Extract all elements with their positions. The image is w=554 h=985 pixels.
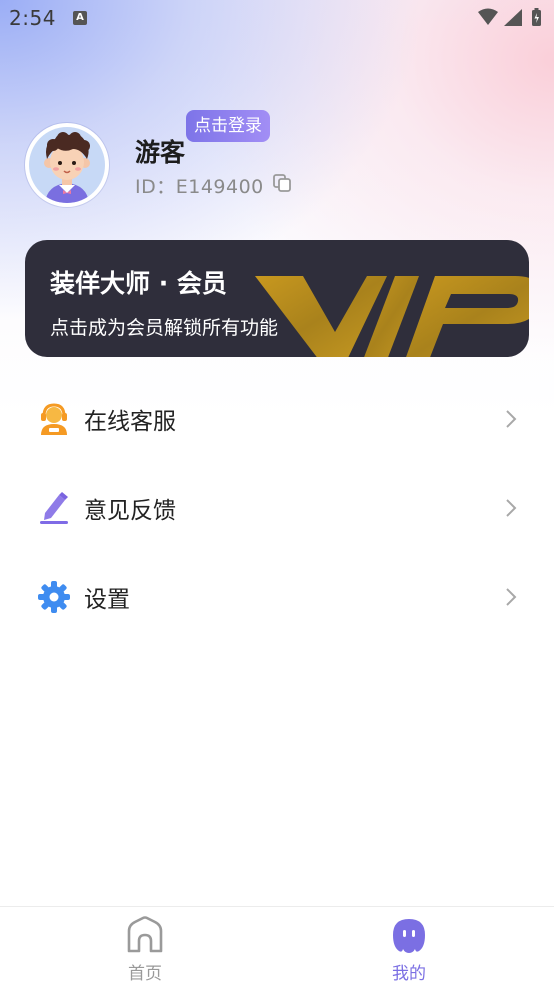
username: 游客: [135, 138, 186, 167]
chevron-right-icon: [506, 499, 517, 517]
vip-title: 装佯大师 · 会员: [50, 269, 227, 298]
status-icons: [476, 7, 546, 29]
edit-pen-icon: [40, 492, 68, 524]
header-background: [0, 0, 554, 420]
menu-item-customer-service[interactable]: 在线客服: [0, 388, 554, 448]
headset-agent-icon: [41, 403, 67, 435]
vip-card[interactable]: 装佯大师 · 会员 点击成为会员解锁所有功能: [25, 240, 529, 357]
profile-blob-icon: [393, 919, 425, 953]
nav-tab-home[interactable]: 首页: [85, 907, 205, 985]
menu-item-settings[interactable]: 设置: [0, 566, 554, 626]
signal-icon: [504, 9, 522, 26]
avatar[interactable]: [25, 123, 109, 207]
a-icon: A: [73, 11, 87, 25]
user-id: ID：E149400: [135, 176, 264, 198]
bottom-nav: 首页 我的: [0, 906, 554, 985]
login-badge-button[interactable]: 点击登录: [186, 110, 270, 142]
vip-watermark-icon: [255, 276, 529, 357]
menu-label: 意见反馈: [84, 498, 176, 524]
menu-item-feedback[interactable]: 意见反馈: [0, 477, 554, 537]
gear-icon: [38, 581, 70, 613]
wifi-icon: [478, 8, 498, 25]
menu-label: 在线客服: [84, 409, 176, 435]
home-icon: [127, 916, 163, 953]
cartoon-avatar-icon: [29, 127, 105, 203]
nav-label: 我的: [392, 964, 426, 984]
vip-subtitle: 点击成为会员解锁所有功能: [50, 317, 279, 339]
nav-tab-mine[interactable]: 我的: [349, 907, 469, 985]
chevron-right-icon: [506, 588, 517, 606]
battery-icon: [532, 8, 541, 26]
chevron-right-icon: [506, 410, 517, 428]
nav-label: 首页: [128, 964, 162, 984]
status-time: 2:54: [9, 6, 56, 30]
status-bar: 2:54 A: [0, 0, 554, 36]
menu-label: 设置: [84, 587, 130, 613]
copy-icon[interactable]: [271, 172, 293, 194]
